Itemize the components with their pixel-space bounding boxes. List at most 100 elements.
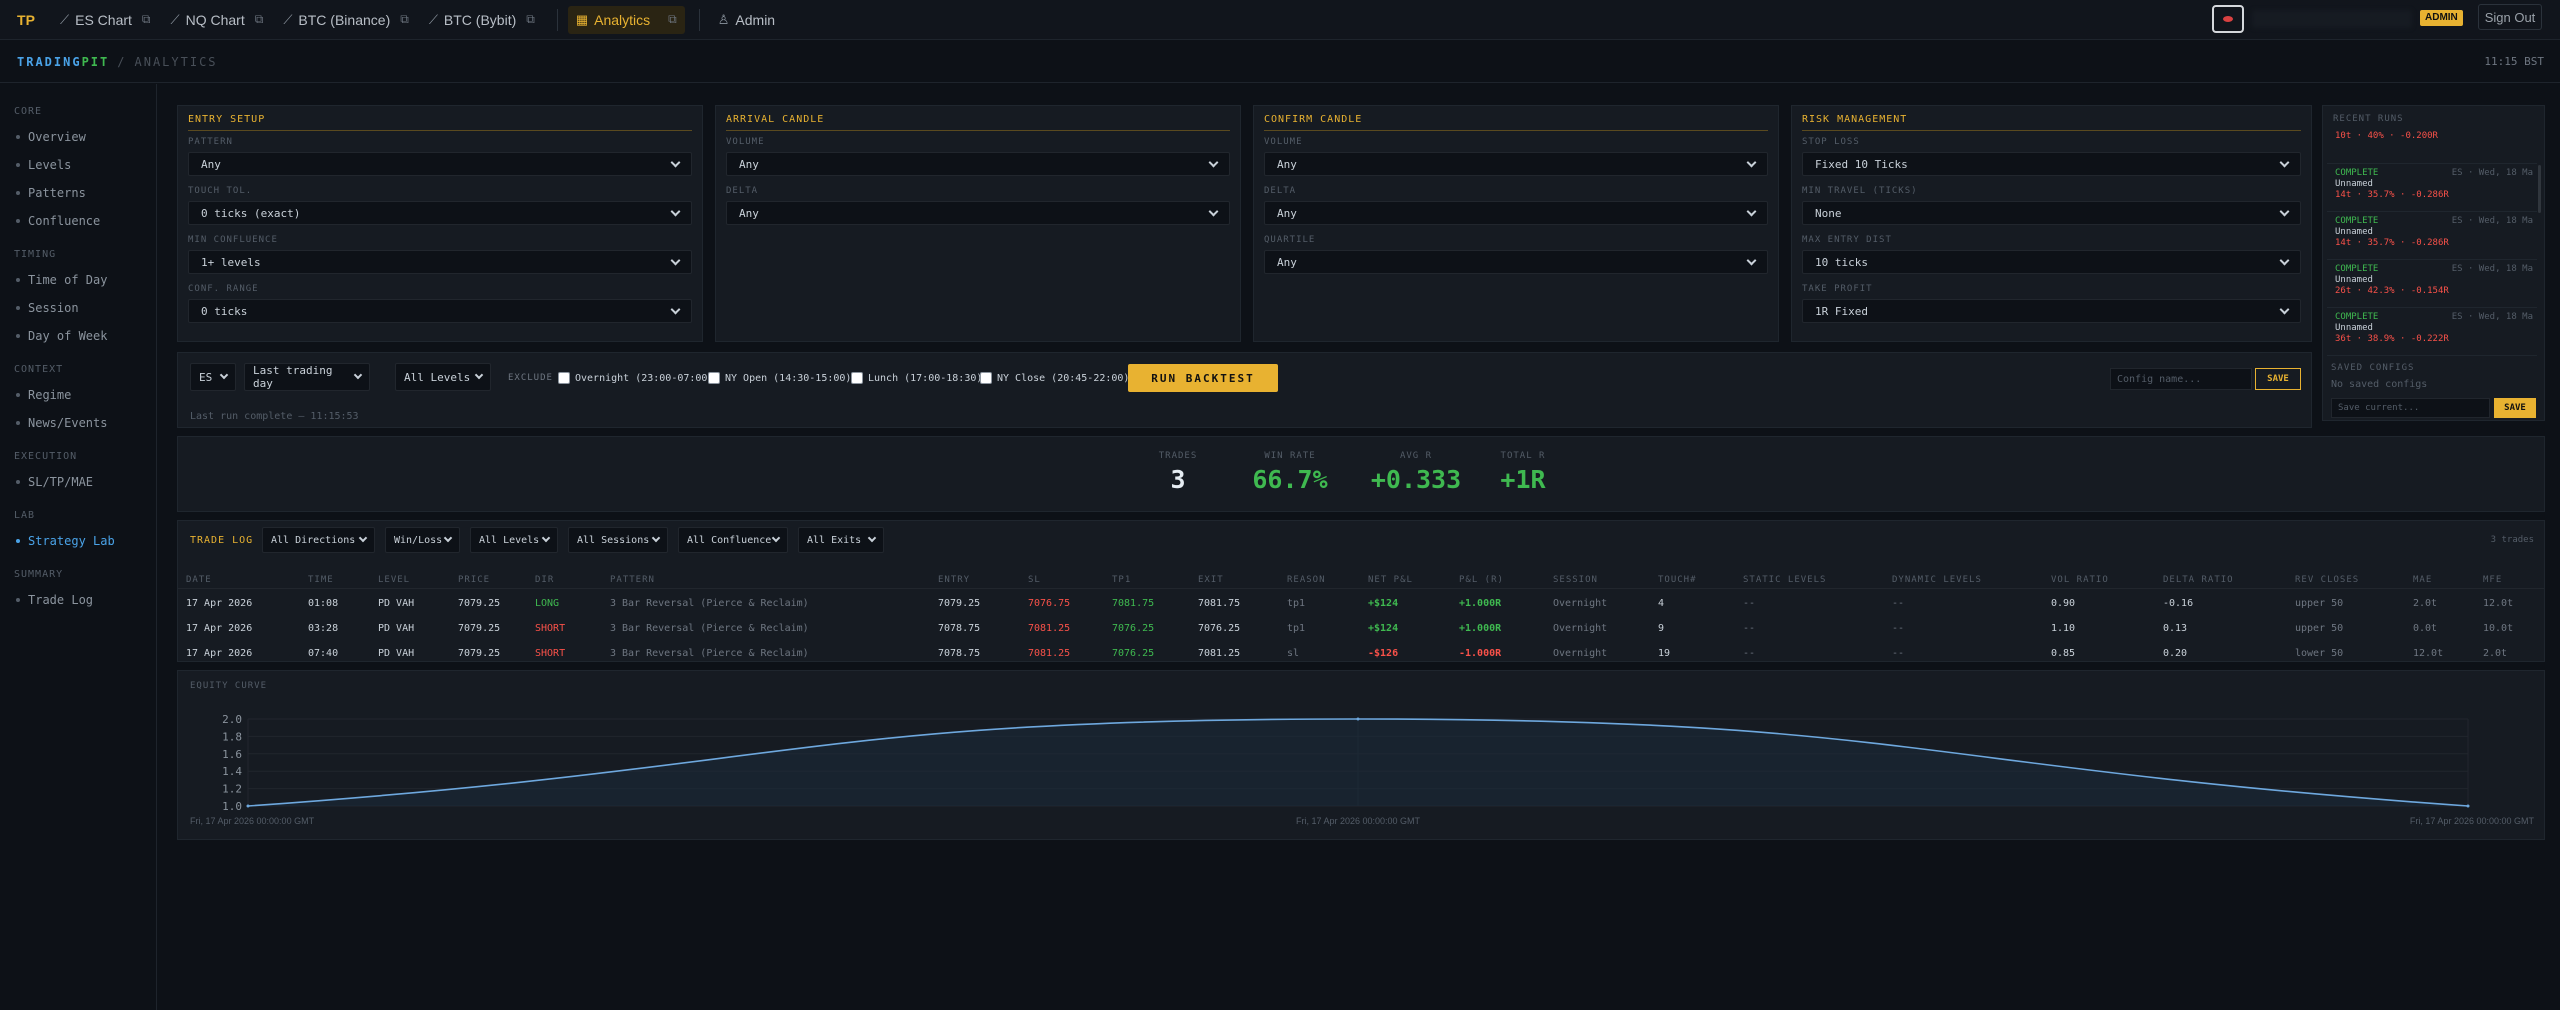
save-current-input[interactable]: Save current... — [2331, 398, 2490, 418]
table-row[interactable]: 17 Apr 2026 01:08 PD VAH 7079.25 LONG 3 Bar R… — [178, 591, 2544, 616]
checkbox[interactable] — [558, 372, 570, 384]
recent-run-item[interactable]: COMPLETE Unnamed 36t · 38.9% · -0.222R ES ·… — [2327, 308, 2537, 356]
levels-select[interactable]: All Levels — [395, 363, 491, 391]
column-header[interactable]: TP1 — [1112, 575, 1131, 585]
column-header[interactable]: REASON — [1287, 575, 1326, 585]
column-header[interactable]: DIR — [535, 575, 554, 585]
column-header[interactable]: ENTRY — [938, 575, 970, 585]
save-current-button[interactable]: SAVE — [2494, 398, 2536, 418]
touch-tol-select[interactable]: 0 ticks (exact) — [188, 201, 692, 225]
column-header[interactable]: STATIC LEVELS — [1743, 575, 1826, 585]
select-value: Any — [739, 157, 759, 171]
tab-btc-binance[interactable]: ⟋ BTC (Binance) ⧉ — [275, 6, 417, 34]
external-link-icon[interactable]: ⧉ — [526, 12, 535, 27]
checkbox[interactable] — [980, 372, 992, 384]
column-header[interactable]: MFE — [2483, 575, 2502, 585]
external-link-icon[interactable]: ⧉ — [668, 12, 677, 27]
sessions-filter[interactable]: All Sessions — [568, 527, 668, 553]
symbol-select[interactable]: ES — [190, 363, 236, 391]
column-header[interactable]: SL — [1028, 575, 1041, 585]
breadcrumb-separator: / — [117, 54, 127, 69]
exits-filter[interactable]: All Exits — [798, 527, 884, 553]
column-header[interactable]: DATE — [186, 575, 212, 585]
volume-select[interactable]: Any — [726, 152, 1230, 176]
column-header[interactable]: PATTERN — [610, 575, 655, 585]
win-loss-filter[interactable]: Win/Loss — [385, 527, 460, 553]
exclude-ny-close-checkbox[interactable]: NY Close (20:45-22:00) — [980, 372, 1129, 384]
sidebar-item-trade-log[interactable]: Trade Log — [0, 586, 156, 614]
sidebar-item-sl-tp-mae[interactable]: SL/TP/MAE — [0, 468, 156, 496]
checkbox[interactable] — [851, 372, 863, 384]
delta-select[interactable]: Any — [1264, 201, 1768, 225]
table-cell-vol-ratio: 0.85 — [2051, 648, 2076, 659]
volume-select[interactable]: Any — [1264, 152, 1768, 176]
checkbox[interactable] — [708, 372, 720, 384]
direction-filter[interactable]: All Directions — [262, 527, 375, 553]
sidebar-item-levels[interactable]: Levels — [0, 151, 156, 179]
tab-analytics[interactable]: ▦ Analytics ⧉ — [567, 5, 685, 34]
sidebar-item-confluence[interactable]: Confluence — [0, 207, 156, 235]
sidebar-item-strategy-lab[interactable]: Strategy Lab — [0, 527, 156, 555]
logo[interactable]: TP — [0, 12, 52, 28]
column-header[interactable]: TOUCH# — [1658, 575, 1697, 585]
table-row[interactable]: 17 Apr 2026 03:28 PD VAH 7079.25 SHORT 3 Bar … — [178, 616, 2544, 641]
sidebar-item-news-events[interactable]: News/Events — [0, 409, 156, 437]
column-header[interactable]: SESSION — [1553, 575, 1598, 585]
column-header[interactable]: DYNAMIC LEVELS — [1892, 575, 1982, 585]
stop-loss-select[interactable]: Fixed 10 Ticks — [1802, 152, 2301, 176]
column-header[interactable]: VOL RATIO — [2051, 575, 2109, 585]
external-link-icon[interactable]: ⧉ — [142, 12, 151, 27]
levels-filter[interactable]: All Levels — [470, 527, 558, 553]
column-header[interactable]: MAE — [2413, 575, 2432, 585]
column-header[interactable]: P&L (R) — [1459, 575, 1504, 585]
exclude-lunch-checkbox[interactable]: Lunch (17:00-18:30) — [851, 372, 982, 384]
sidebar-item-time-of-day[interactable]: Time of Day — [0, 266, 156, 294]
confluence-filter[interactable]: All Confluence — [678, 527, 788, 553]
recent-runs-list[interactable]: Unnamed10t · 40% · -0.200RCOMPLETEUnname… — [2327, 130, 2537, 360]
conf-range-select[interactable]: 0 ticks — [188, 299, 692, 323]
sidebar-item-session[interactable]: Session — [0, 294, 156, 322]
column-header[interactable]: PRICE — [458, 575, 490, 585]
visibility-toggle-button[interactable] — [2212, 5, 2244, 33]
tab-btc-bybit[interactable]: ⟋ BTC (Bybit) ⧉ — [421, 6, 543, 34]
chevron-down-icon — [2279, 255, 2290, 265]
exclude-ny-open-checkbox[interactable]: NY Open (14:30-15:00) — [708, 372, 851, 384]
config-name-input[interactable]: Config name... — [2110, 368, 2252, 390]
recent-run-item[interactable]: COMPLETE Unnamed 14t · 35.7% · -0.286R ES ·… — [2327, 212, 2537, 260]
table-cell-delta-ratio: 0.13 — [2163, 623, 2188, 634]
recent-run-item[interactable]: COMPLETE Unnamed 26t · 42.3% · -0.154R ES ·… — [2327, 260, 2537, 308]
run-backtest-button[interactable]: RUN BACKTEST — [1128, 364, 1278, 392]
column-header[interactable]: LEVEL — [378, 575, 410, 585]
min-travel-ticks-select[interactable]: None — [1802, 201, 2301, 225]
column-header[interactable]: NET P&L — [1368, 575, 1413, 585]
tab-es-chart[interactable]: ⟋ ES Chart ⧉ — [52, 6, 159, 34]
sidebar-item-overview[interactable]: Overview — [0, 123, 156, 151]
max-entry-dist-select[interactable]: 10 ticks — [1802, 250, 2301, 274]
sidebar-item-day-of-week[interactable]: Day of Week — [0, 322, 156, 350]
table-cell-mfe: 10.0t — [2483, 623, 2514, 634]
chart-line-icon: ⟋ — [60, 11, 70, 27]
column-header[interactable]: DELTA RATIO — [2163, 575, 2234, 585]
sign-out-button[interactable]: Sign Out — [2478, 4, 2542, 30]
tab-nq-chart[interactable]: ⟋ NQ Chart ⧉ — [163, 6, 272, 34]
delta-select[interactable]: Any — [726, 201, 1230, 225]
sidebar-item-patterns[interactable]: Patterns — [0, 179, 156, 207]
quartile-select[interactable]: Any — [1264, 250, 1768, 274]
exclude-overnight-checkbox[interactable]: Overnight (23:00-07:00) — [558, 372, 713, 384]
sidebar-item-regime[interactable]: Regime — [0, 381, 156, 409]
date-range-select[interactable]: Last trading day — [244, 363, 370, 391]
column-header[interactable]: REV CLOSES — [2295, 575, 2359, 585]
min-confluence-select[interactable]: 1+ levels — [188, 250, 692, 274]
recent-run-item[interactable]: COMPLETE Unnamed 14t · 35.7% · -0.286R ES ·… — [2327, 164, 2537, 212]
column-header[interactable]: TIME — [308, 575, 334, 585]
recent-run-item[interactable]: Unnamed10t · 40% · -0.200R — [2327, 130, 2537, 164]
tab-admin[interactable]: ♙ Admin — [710, 6, 783, 34]
recent-runs-scrollbar[interactable] — [2538, 165, 2541, 213]
take-profit-select[interactable]: 1R Fixed — [1802, 299, 2301, 323]
column-header[interactable]: EXIT — [1198, 575, 1224, 585]
save-config-button[interactable]: SAVE — [2255, 368, 2301, 390]
external-link-icon[interactable]: ⧉ — [400, 12, 409, 27]
pattern-select[interactable]: Any — [188, 152, 692, 176]
table-row[interactable]: 17 Apr 2026 07:40 PD VAH 7079.25 SHORT 3 Bar … — [178, 641, 2544, 666]
external-link-icon[interactable]: ⧉ — [255, 12, 264, 27]
